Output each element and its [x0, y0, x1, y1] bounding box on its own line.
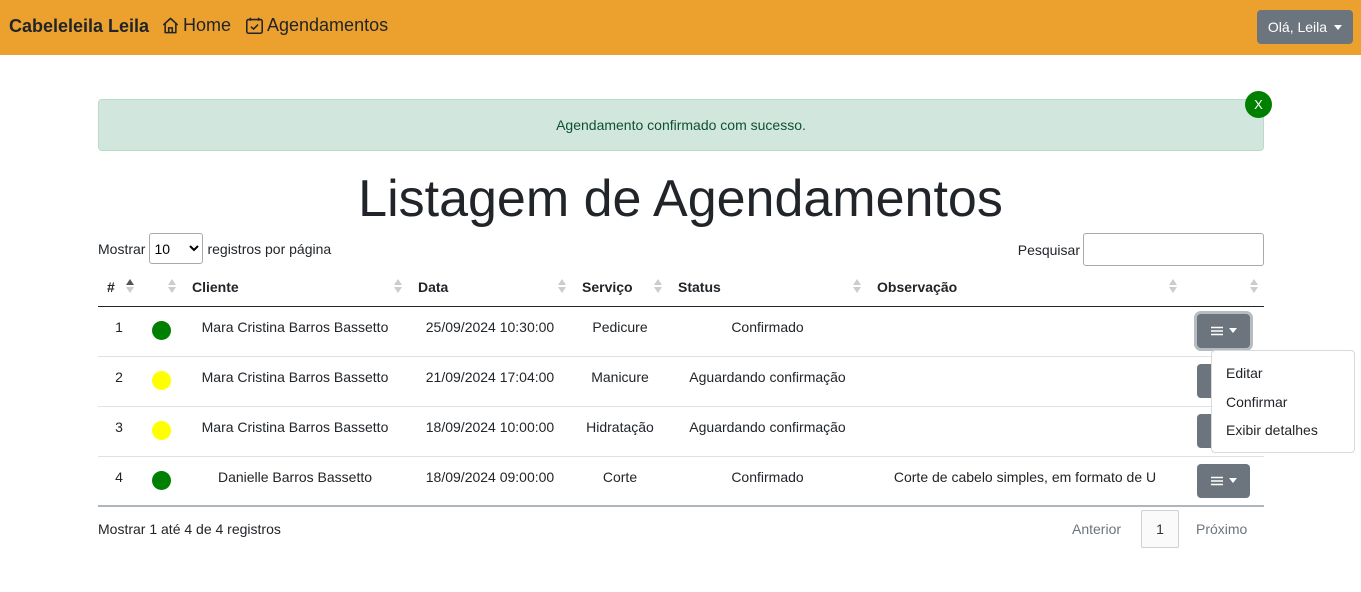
cell-id: 2 — [98, 356, 140, 407]
column-header-status[interactable]: Status — [668, 268, 867, 307]
length-menu-prefix: Mostrar — [98, 240, 146, 257]
cell-data: 21/09/2024 17:04:00 — [408, 356, 572, 407]
cell-actions — [1183, 306, 1264, 357]
cell-id: 3 — [98, 406, 140, 457]
brand-logo-text[interactable]: Cabeleleila Leila — [9, 16, 149, 37]
status-dot-icon — [151, 370, 171, 390]
sort-icon — [126, 279, 134, 294]
home-icon — [162, 17, 179, 34]
cell-cliente: Mara Cristina Barros Bassetto — [182, 306, 408, 357]
search-label: Pesquisar — [1017, 241, 1080, 258]
nav-link-agendamentos-label: Agendamentos — [267, 15, 389, 35]
cell-cliente: Mara Cristina Barros Bassetto — [182, 356, 408, 407]
status-dot-icon — [151, 320, 171, 340]
table-header-row: # Cliente Data Serviço Status Observação — [98, 268, 1264, 307]
sort-icon — [853, 279, 861, 294]
cell-status: Aguardando confirmação — [668, 406, 867, 457]
cell-data: 25/09/2024 10:30:00 — [408, 306, 572, 357]
cell-id: 1 — [98, 306, 140, 357]
page-title: Listagem de Agendamentos — [358, 170, 1003, 228]
column-header-id[interactable]: # — [98, 268, 140, 307]
column-header-servico[interactable]: Serviço — [572, 268, 668, 307]
sort-icon — [168, 279, 176, 294]
cell-cliente: Mara Cristina Barros Bassetto — [182, 406, 408, 457]
column-header-data[interactable]: Data — [408, 268, 572, 307]
success-alert: Agendamento confirmado com sucesso. — [98, 99, 1264, 151]
cell-status-dot — [140, 356, 182, 407]
chevron-down-icon — [1228, 478, 1237, 483]
appointments-table: # Cliente Data Serviço Status Observação… — [98, 268, 1264, 507]
cell-servico: Hidratação — [572, 406, 668, 457]
column-header-observacao[interactable]: Observação — [867, 268, 1183, 307]
cell-observacao — [867, 406, 1183, 457]
table-row: 1 Mara Cristina Barros Bassetto 25/09/20… — [98, 306, 1264, 357]
pagination-next[interactable]: Próximo — [1196, 510, 1247, 548]
cell-observacao — [867, 306, 1183, 357]
nav-link-agendamentos[interactable]: Agendamentos — [245, 15, 388, 36]
alert-message: Agendamento confirmado com sucesso. — [556, 117, 806, 133]
column-header-cliente[interactable]: Cliente — [182, 268, 408, 307]
cell-observacao: Corte de cabelo simples, em formato de U — [867, 456, 1183, 507]
sort-icon — [1250, 279, 1258, 294]
nav-link-home[interactable]: Home — [161, 15, 231, 36]
cell-servico: Corte — [572, 456, 668, 507]
row-actions-dropdown: Editar Confirmar Exibir detalhes — [1211, 350, 1355, 453]
cell-cliente: Danielle Barros Bassetto — [182, 456, 408, 507]
cell-id: 4 — [98, 456, 140, 507]
table-row: 2 Mara Cristina Barros Bassetto 21/09/20… — [98, 356, 1264, 407]
menu-icon — [1210, 326, 1223, 335]
sort-icon — [394, 279, 402, 294]
column-header-status-dot[interactable] — [140, 268, 182, 307]
cell-actions — [1183, 456, 1264, 507]
calendar-check-icon — [246, 17, 263, 34]
sort-icon — [558, 279, 566, 294]
sort-icon — [654, 279, 662, 294]
table-row: 3 Mara Cristina Barros Bassetto 18/09/20… — [98, 406, 1264, 457]
cell-servico: Pedicure — [572, 306, 668, 357]
status-dot-icon — [151, 470, 171, 490]
cell-data: 18/09/2024 10:00:00 — [408, 406, 572, 457]
column-header-actions[interactable] — [1183, 268, 1264, 307]
menu-item-exibir-detalhes[interactable]: Exibir detalhes — [1212, 416, 1354, 445]
alert-close-button[interactable]: X — [1245, 91, 1272, 118]
pagination-previous[interactable]: Anterior — [1072, 510, 1121, 548]
user-menu-button[interactable]: Olá, Leila — [1257, 10, 1353, 44]
length-menu: Mostrar 10 registros por página — [98, 233, 331, 264]
cell-status-dot — [140, 406, 182, 457]
cell-status-dot — [140, 306, 182, 357]
cell-status: Aguardando confirmação — [668, 356, 867, 407]
navbar: Cabeleleila Leila Home Agendamentos Olá,… — [0, 0, 1361, 55]
status-dot-icon — [151, 420, 171, 440]
sort-icon — [1169, 279, 1177, 294]
cell-observacao — [867, 356, 1183, 407]
menu-icon — [1210, 476, 1223, 485]
cell-servico: Manicure — [572, 356, 668, 407]
cell-status: Confirmado — [668, 456, 867, 507]
table-info: Mostrar 1 até 4 de 4 registros — [98, 521, 281, 537]
table-row: 4 Danielle Barros Bassetto 18/09/2024 09… — [98, 456, 1264, 507]
cell-data: 18/09/2024 09:00:00 — [408, 456, 572, 507]
nav-link-home-label: Home — [183, 15, 232, 35]
row-actions-button[interactable] — [1197, 313, 1250, 348]
pagination-page[interactable]: 1 — [1141, 510, 1179, 548]
chevron-down-icon — [1228, 328, 1237, 333]
row-actions-button[interactable] — [1197, 463, 1250, 498]
search-input[interactable] — [1083, 233, 1264, 266]
search-box: Pesquisar — [1018, 233, 1264, 266]
cell-status-dot — [140, 456, 182, 507]
length-menu-suffix: registros por página — [207, 240, 332, 257]
page-length-select[interactable]: 10 — [149, 233, 204, 264]
menu-item-editar[interactable]: Editar — [1212, 359, 1354, 388]
user-menu-label: Olá, Leila — [1267, 19, 1328, 35]
cell-status: Confirmado — [668, 306, 867, 357]
menu-item-confirmar[interactable]: Confirmar — [1212, 388, 1354, 417]
chevron-down-icon — [1334, 24, 1343, 30]
